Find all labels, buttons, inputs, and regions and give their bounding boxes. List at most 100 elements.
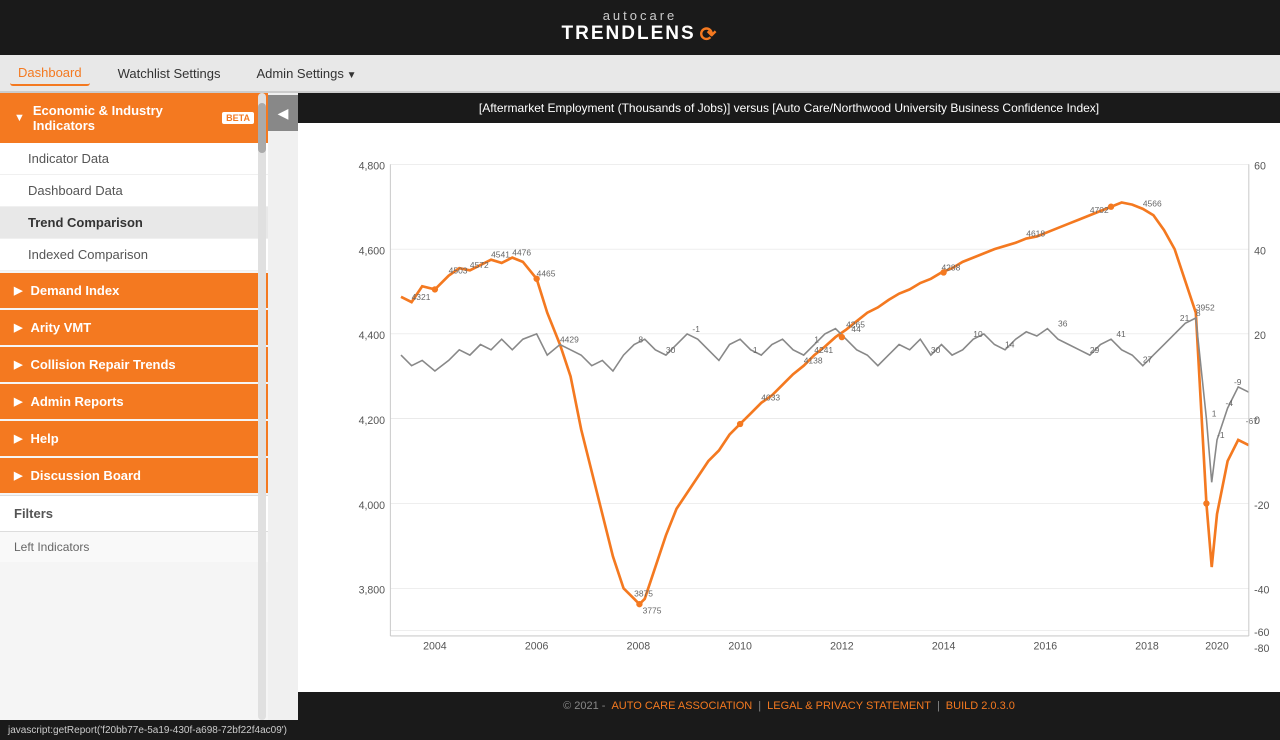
logo: autocare TRENDLENS ⟳ [562, 9, 719, 45]
section-label: Admin Reports [30, 394, 123, 409]
filters-label: Filters [14, 506, 53, 521]
sidebar-section-collision-header[interactable]: ▶ Collision Repair Trends [0, 347, 268, 382]
svg-text:30: 30 [931, 345, 941, 355]
footer-build: BUILD 2.0.3.0 [946, 700, 1015, 712]
svg-text:4572: 4572 [470, 260, 489, 270]
filters-section: Filters [0, 495, 268, 531]
svg-text:2004: 2004 [423, 641, 447, 653]
svg-text:2006: 2006 [525, 641, 549, 653]
left-indicators-label: Left Indicators [14, 540, 89, 554]
sidebar-section-economic-header[interactable]: ▼ Economic & Industry Indicators BETA [0, 93, 268, 143]
svg-text:2016: 2016 [1034, 641, 1058, 653]
svg-text:4702: 4702 [1090, 205, 1109, 215]
svg-text:2010: 2010 [728, 641, 752, 653]
svg-text:-60: -60 [1254, 627, 1269, 639]
sidebar-section-arity: ▶ Arity VMT [0, 310, 268, 345]
nav-bar: Dashboard Watchlist Settings Admin Setti… [0, 55, 1280, 93]
svg-text:4465: 4465 [537, 269, 556, 279]
right-panel: ◀ [Aftermarket Employment (Thousands of … [268, 93, 1280, 720]
sidebar-item-trend-comparison[interactable]: Trend Comparison [0, 207, 268, 239]
footer: © 2021 - AUTO CARE ASSOCIATION | LEGAL &… [298, 692, 1280, 720]
content-area: [Aftermarket Employment (Thousands of Jo… [298, 93, 1280, 720]
sidebar-section-admin: ▶ Admin Reports [0, 384, 268, 419]
chevron-down-icon: ▼ [14, 112, 25, 124]
sidebar-item-indicator-data[interactable]: Indicator Data [0, 143, 268, 175]
svg-text:4429: 4429 [560, 334, 579, 344]
svg-text:-80: -80 [1254, 643, 1269, 655]
section-label: Discussion Board [30, 468, 141, 483]
sidebar-scrollbar[interactable] [258, 93, 266, 720]
top-bar: autocare TRENDLENS ⟳ [0, 0, 1280, 55]
sidebar-item-indexed-comparison[interactable]: Indexed Comparison [0, 239, 268, 271]
footer-link-legal[interactable]: LEGAL & PRIVACY STATEMENT [767, 700, 931, 712]
logo-icon: ⟳ [700, 24, 719, 46]
svg-text:4,400: 4,400 [359, 330, 386, 342]
svg-text:36: 36 [1058, 318, 1068, 328]
section-label: Help [30, 431, 58, 446]
chart-title-bar: [Aftermarket Employment (Thousands of Jo… [298, 93, 1280, 123]
svg-text:8: 8 [1196, 308, 1201, 318]
svg-text:30: 30 [666, 345, 676, 355]
trend-chart: 4,800 4,600 4,400 4,200 4,000 3,800 60 4… [348, 133, 1270, 662]
footer-sep1: | [758, 700, 761, 712]
svg-text:2020: 2020 [1205, 641, 1229, 653]
svg-text:21: 21 [1180, 313, 1190, 323]
chevron-right-icon: ▶ [14, 321, 22, 334]
svg-text:2008: 2008 [627, 641, 651, 653]
svg-text:27: 27 [1143, 355, 1153, 365]
left-indicators: Left Indicators [0, 531, 268, 562]
svg-text:1: 1 [814, 334, 819, 344]
svg-text:-67: -67 [1246, 416, 1259, 426]
svg-text:40: 40 [1254, 245, 1266, 257]
svg-text:41: 41 [1116, 329, 1126, 339]
section-label: Economic & Industry Indicators [33, 103, 210, 133]
svg-text:-9: -9 [1234, 377, 1242, 387]
svg-text:-20: -20 [1254, 500, 1269, 512]
beta-badge: BETA [222, 112, 254, 124]
section-label: Arity VMT [30, 320, 91, 335]
svg-text:14: 14 [1005, 340, 1015, 350]
svg-text:4566: 4566 [1143, 199, 1162, 209]
logo-line2: TRENDLENS ⟳ [562, 24, 719, 46]
svg-text:1: 1 [1212, 409, 1217, 419]
svg-text:4033: 4033 [761, 393, 780, 403]
chart-container: 4,800 4,600 4,400 4,200 4,000 3,800 60 4… [298, 123, 1280, 692]
svg-text:2014: 2014 [932, 641, 956, 653]
status-bar: javascript:getReport('f20bb77e-5a19-430f… [0, 720, 1280, 740]
sidebar-section-discussion: ▶ Discussion Board [0, 458, 268, 493]
sidebar-item-dashboard-data[interactable]: Dashboard Data [0, 175, 268, 207]
sidebar-section-admin-header[interactable]: ▶ Admin Reports [0, 384, 268, 419]
footer-link-autocare[interactable]: AUTO CARE ASSOCIATION [611, 700, 752, 712]
chevron-right-icon: ▶ [14, 469, 22, 482]
back-button[interactable]: ◀ [268, 95, 298, 131]
section-content-economic: Indicator Data Dashboard Data Trend Comp… [0, 143, 268, 271]
svg-text:10: 10 [973, 329, 983, 339]
svg-text:4476: 4476 [512, 247, 531, 257]
sidebar-section-collision: ▶ Collision Repair Trends [0, 347, 268, 382]
svg-text:4,000: 4,000 [359, 500, 386, 512]
chevron-right-icon: ▶ [14, 284, 22, 297]
main-layout: ▼ Economic & Industry Indicators BETA In… [0, 93, 1280, 720]
sidebar-section-demand: ▶ Demand Index [0, 273, 268, 308]
svg-text:3875: 3875 [634, 589, 653, 599]
section-label: Demand Index [30, 283, 119, 298]
sidebar-section-arity-header[interactable]: ▶ Arity VMT [0, 310, 268, 345]
sidebar-section-demand-header[interactable]: ▶ Demand Index [0, 273, 268, 308]
svg-text:29: 29 [1090, 345, 1100, 355]
footer-copyright: © 2021 - [563, 700, 605, 712]
sidebar-section-discussion-header[interactable]: ▶ Discussion Board [0, 458, 268, 493]
svg-text:2018: 2018 [1135, 641, 1159, 653]
chart-title: [Aftermarket Employment (Thousands of Jo… [479, 101, 1099, 115]
nav-admin[interactable]: Admin Settings [248, 62, 364, 85]
svg-text:-4: -4 [1225, 398, 1233, 408]
logo-line1: autocare [562, 9, 719, 23]
nav-dashboard[interactable]: Dashboard [10, 61, 90, 86]
sidebar-section-help-header[interactable]: ▶ Help [0, 421, 268, 456]
chevron-right-icon: ▶ [14, 358, 22, 371]
svg-text:4241: 4241 [814, 345, 833, 355]
svg-text:44: 44 [851, 324, 861, 334]
svg-text:4321: 4321 [412, 292, 431, 302]
svg-text:3775: 3775 [643, 606, 662, 616]
nav-watchlist[interactable]: Watchlist Settings [110, 62, 229, 85]
svg-text:-1: -1 [692, 324, 700, 334]
